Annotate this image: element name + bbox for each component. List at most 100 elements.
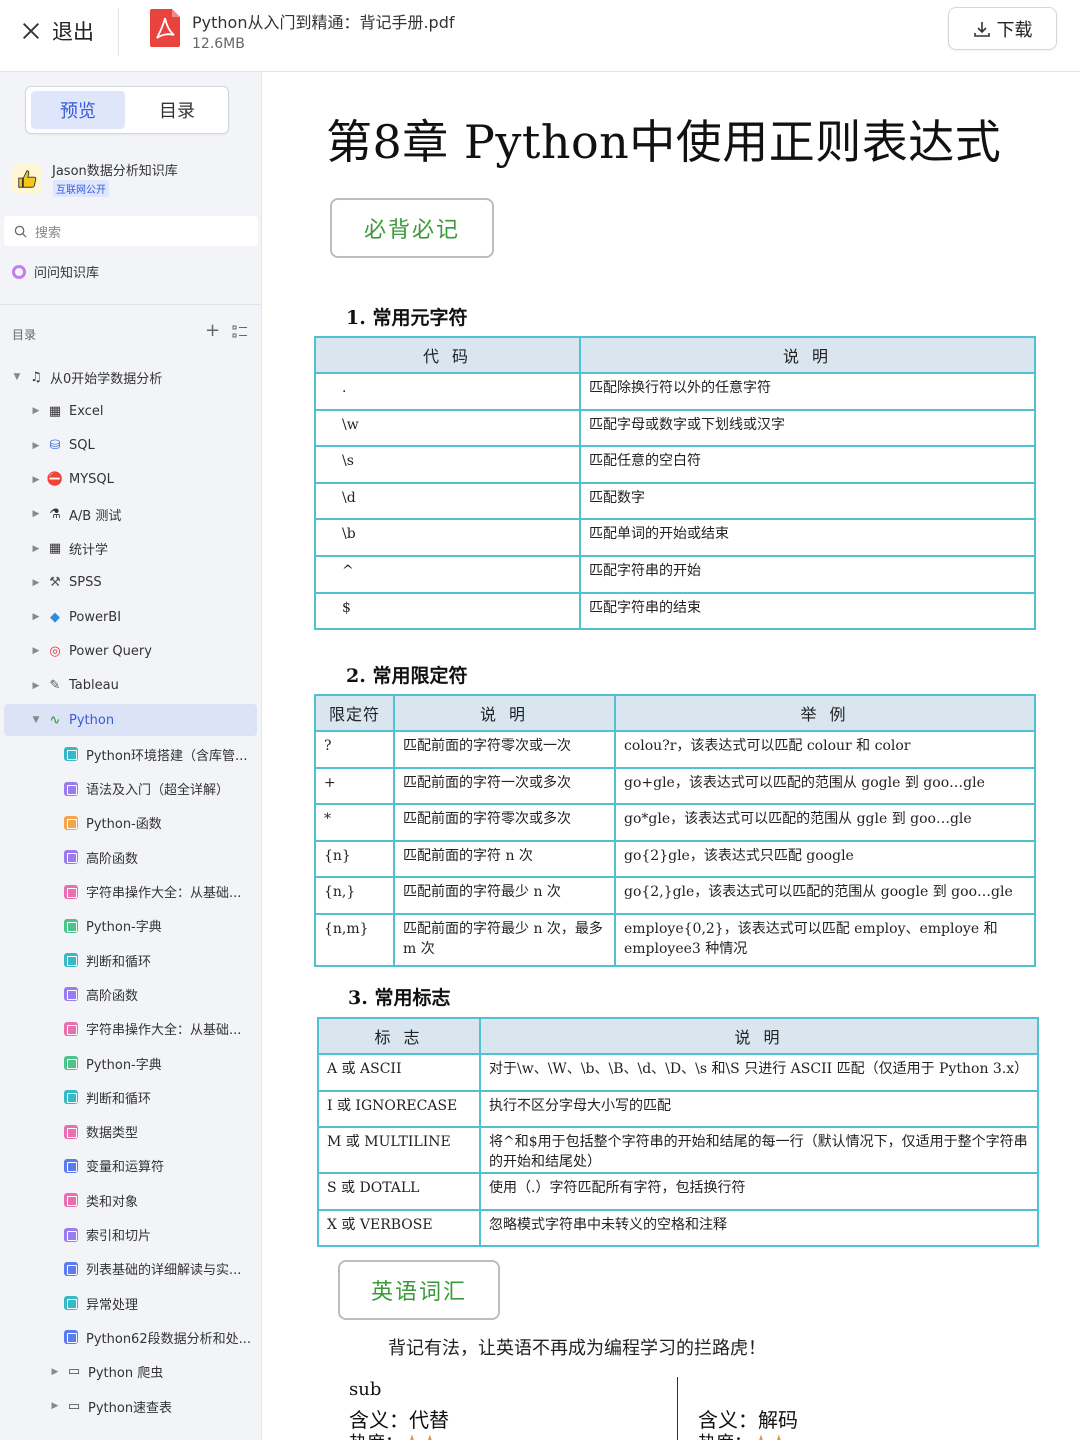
table-row: S 或 DOTALL 使用（.）字符匹配所有字符，包括换行符 — [317, 1172, 1039, 1211]
no-entry-icon: ⛔ — [46, 472, 64, 488]
caret-down-icon[interactable]: ▼ — [29, 715, 43, 725]
list-menu-icon[interactable] — [232, 324, 248, 340]
table-row: {n} 匹配前面的字符 n 次 go{2}gle，该表达式只匹配 google — [314, 839, 1036, 879]
file-size: 12.6MB — [192, 36, 245, 52]
caret-right-icon[interactable]: ▶ — [29, 509, 43, 519]
sidebar-tree-item[interactable]: 索引和切片 — [0, 1219, 258, 1251]
table-cell: {n} — [314, 839, 395, 879]
sidebar-tree-item[interactable]: ▼ ♫ 从0开始学数据分析 — [0, 361, 258, 393]
sidebar-tree-item[interactable]: 异常处理 — [0, 1287, 258, 1319]
table-row: {n,} 匹配前面的字符最少 n 次 go{2,}gle，该表达式可以匹配的范围从 … — [314, 876, 1036, 915]
divider — [0, 304, 261, 305]
sidebar-tree-item[interactable]: Python-字典 — [0, 1047, 258, 1079]
table-cell: {n,m} — [314, 912, 395, 967]
sidebar-tree-item[interactable]: ▼ ∿ Python — [4, 704, 257, 736]
sidebar-tree-item[interactable]: Python-函数 — [0, 807, 258, 839]
sidebar-tree-label: Power Query — [69, 643, 152, 659]
caret-right-icon[interactable]: ▶ — [48, 1367, 62, 1377]
wand-icon: ⚒ — [49, 575, 61, 591]
sidebar-tree-item[interactable]: 列表基础的详细解读与实... — [0, 1253, 258, 1285]
sidebar-tree-item[interactable]: Python-字典 — [0, 910, 258, 942]
sidebar-tree-item[interactable]: ▶ ▦ Excel — [0, 395, 258, 427]
document-icon — [64, 1021, 78, 1036]
table-cell: 使用（.）字符匹配所有字符，包括换行符 — [479, 1172, 1039, 1211]
table-row: ? 匹配前面的字符零次或一次 colou?r，该表达式可以匹配 colour 和 c… — [314, 730, 1036, 769]
column-header: 标 志 — [317, 1017, 481, 1055]
metachar-table: 代 码 说 明 . 匹配除换行符以外的任意字符 \w 匹配字母或数字或下划线或汉字 \s… — [314, 336, 1036, 631]
caret-right-icon[interactable]: ▶ — [48, 1401, 62, 1411]
document-icon — [64, 781, 78, 796]
knowledge-base-header[interactable]: Jason数据分析知识库 互联网公开 — [12, 158, 252, 202]
toc-heading: 目录 — [12, 328, 37, 342]
sidebar-tree-item[interactable]: ▶ ⚗ A/B 测试 — [0, 498, 258, 530]
exit-button[interactable]: 退出 — [20, 14, 94, 48]
section-title: 2. 常用限定符 — [346, 665, 468, 687]
sidebar-tree-label: 高阶函数 — [86, 988, 139, 1004]
add-icon[interactable]: + — [205, 322, 220, 340]
sidebar-tree-item[interactable]: ▶ ▭ Python速查表 — [0, 1390, 258, 1422]
sidebar-tree-item[interactable]: ▶ ▭ Python 爬虫 — [0, 1356, 258, 1388]
sidebar-tree-item[interactable]: 字符串操作大全：从基础... — [0, 876, 258, 908]
vocabulary-label: 英语词汇 — [338, 1260, 500, 1320]
sidebar-tree-label: Tableau — [69, 678, 119, 694]
table-cell: 匹配字母或数字或下划线或汉字 — [579, 408, 1036, 448]
sidebar-tree-item[interactable]: 高阶函数 — [0, 978, 258, 1010]
table-row: M 或 MULTILINE 将^和$用于包括整个字符串的开始和结尾的每一行（默认情… — [317, 1126, 1039, 1175]
table-cell: 匹配前面的字符零次或一次 — [393, 730, 616, 769]
caret-right-icon[interactable]: ▶ — [29, 475, 43, 485]
sidebar-tree-item[interactable]: ▶ ▦ 统计学 — [0, 533, 258, 565]
download-button[interactable]: 下载 — [948, 7, 1057, 50]
search-input[interactable]: 搜索 — [4, 216, 258, 246]
search-placeholder: 搜索 — [35, 225, 62, 241]
sidebar-tree-item[interactable]: 数据类型 — [0, 1116, 258, 1148]
column-header: 说 明 — [479, 1017, 1039, 1055]
tab-preview[interactable]: 预览 — [31, 91, 125, 129]
caret-down-icon[interactable]: ▼ — [10, 372, 24, 382]
sidebar-tree-item[interactable]: 类和对象 — [0, 1184, 258, 1216]
grid-icon: ▦ — [48, 541, 62, 556]
tab-toc[interactable]: 目录 — [130, 91, 224, 129]
caret-right-icon[interactable]: ▶ — [29, 578, 43, 588]
sidebar-tree-item[interactable]: 判断和循环 — [0, 944, 258, 976]
sidebar-tree-label: 判断和循环 — [86, 1091, 152, 1107]
caret-right-icon[interactable]: ▶ — [29, 406, 43, 416]
sidebar-tree-label: PowerBI — [69, 609, 122, 625]
sidebar-tree-item[interactable]: ▶ ⚒ SPSS — [0, 567, 258, 599]
column-header: 代 码 — [314, 336, 581, 374]
table-row: . 匹配除换行符以外的任意字符 — [314, 372, 1036, 411]
document-icon — [64, 1056, 78, 1070]
sidebar-tree-item[interactable]: 字符串操作大全：从基础... — [0, 1013, 258, 1045]
sidebar-tree-item[interactable]: ▶ ◎ Power Query — [0, 635, 258, 667]
table-cell: 匹配任意的空白符 — [579, 445, 1036, 484]
section-title: 3. 常用标志 — [348, 987, 451, 1009]
top-bar: 退出 Python从入门到精通：背记手册.pdf 12.6MB 下载 — [0, 0, 1080, 72]
ask-knowledge-base[interactable]: 问问知识库 — [12, 262, 99, 281]
sidebar-tree-item[interactable]: Python62段数据分析和处... — [0, 1321, 258, 1353]
sidebar-tree-item[interactable]: Python环境搭建（含库管... — [0, 738, 258, 770]
quantifier-table: 限定符 说 明 举 例 ? 匹配前面的字符零次或一次 colou?r，该表达式可以匹… — [314, 694, 1036, 967]
sidebar-tree-item[interactable]: 语法及入门（超全详解） — [0, 773, 258, 805]
document-icon — [64, 1193, 78, 1208]
sidebar-tree-item[interactable]: ▶ ⛔ MYSQL — [0, 464, 258, 496]
sidebar-tree-item[interactable]: 判断和循环 — [0, 1081, 258, 1113]
sidebar-tree-item[interactable]: ▶ ⛁ SQL — [0, 430, 258, 462]
flags-table: 标 志 说 明 A 或 ASCII 对于\w、\W、\b、\B、\d、\D、\s … — [317, 1017, 1039, 1248]
caret-right-icon[interactable]: ▶ — [29, 612, 43, 622]
sidebar-tree-item[interactable]: 高阶函数 — [0, 841, 258, 873]
caret-right-icon[interactable]: ▶ — [29, 681, 43, 691]
table-cell: colou?r，该表达式可以匹配 colour 和 color — [614, 730, 1036, 769]
table-row: {n,m} 匹配前面的字符最少 n 次，最多 m 次 employe{0,2}，该表… — [314, 912, 1036, 967]
table-row: \b 匹配单词的开始或结束 — [314, 518, 1036, 557]
sidebar-tree-item[interactable]: ▶ ✎ Tableau — [0, 670, 258, 702]
table-cell: go{2,}gle，该表达式可以匹配的范围从 google 到 goo…gle — [614, 876, 1036, 915]
sidebar-tree-label: 数据类型 — [86, 1126, 139, 1142]
caret-right-icon[interactable]: ▶ — [29, 441, 43, 451]
file-name: Python从入门到精通：背记手册.pdf — [192, 13, 455, 32]
sidebar-tree-item[interactable]: 变量和运算符 — [0, 1150, 258, 1182]
vocab-frequency-label: 热度 — [698, 1433, 734, 1440]
table-cell: $ — [314, 591, 581, 631]
caret-right-icon[interactable]: ▶ — [29, 544, 43, 554]
document-icon — [64, 1296, 78, 1311]
caret-right-icon[interactable]: ▶ — [29, 646, 43, 656]
sidebar-tree-item[interactable]: ▶ ◆ PowerBI — [0, 601, 258, 633]
